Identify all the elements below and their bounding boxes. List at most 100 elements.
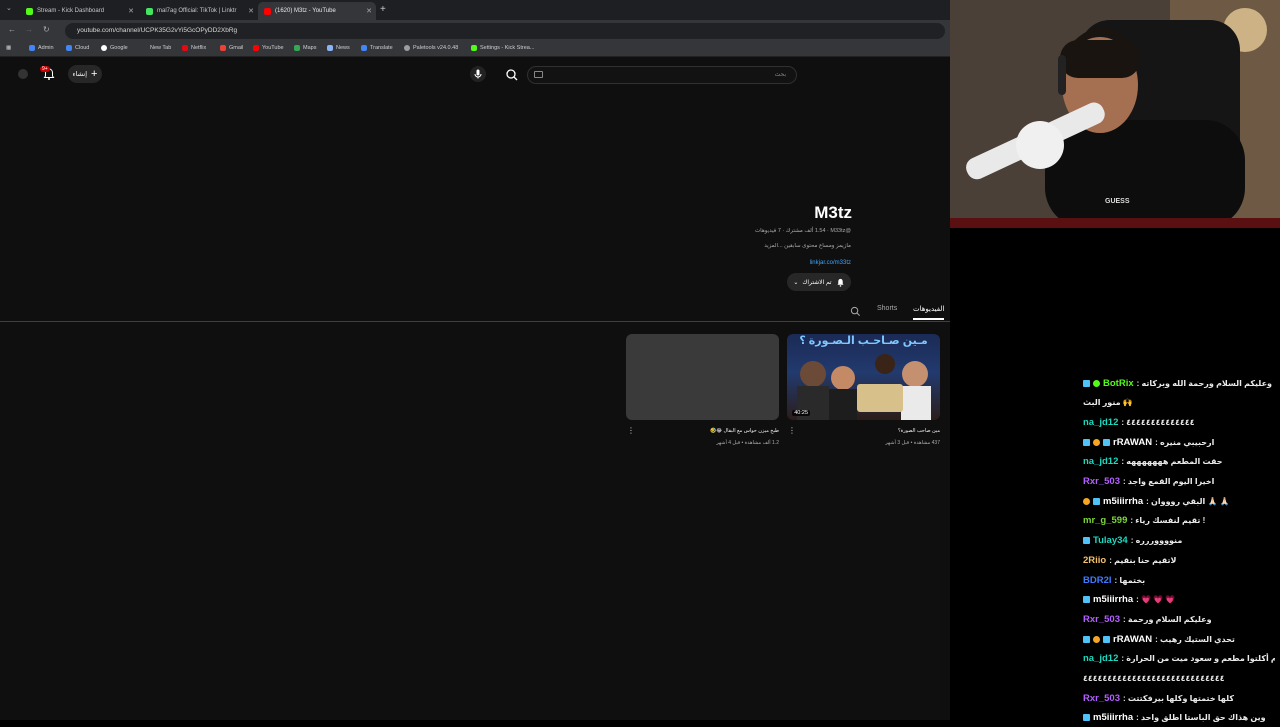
- video-menu-icon[interactable]: ⋮: [627, 426, 635, 435]
- bell-icon: [836, 278, 844, 287]
- chat-username[interactable]: 2Riio: [1083, 555, 1106, 566]
- translate-icon: [361, 45, 367, 51]
- video-duration: 40:25: [792, 410, 810, 416]
- chat-message: ٤٤٤٤٤٤٤٤٤٤٤٤٤٤٤٤٤٤٤٤٤٤٤٤٤٤٤٤٤: [1083, 670, 1275, 688]
- new-tab-button[interactable]: +: [380, 4, 386, 15]
- chat-message: rRAWAN: ارحبيبي منيره: [1083, 433, 1275, 451]
- bookmark-label: Admin: [38, 45, 54, 51]
- gmail-icon: [220, 45, 226, 51]
- forward-icon[interactable]: →: [25, 25, 33, 34]
- chat-username[interactable]: BDR2I: [1083, 575, 1112, 586]
- chat-username[interactable]: Rxr_503: [1083, 693, 1120, 704]
- bookmark-maps[interactable]: Maps: [294, 45, 316, 51]
- bookmark-cloud[interactable]: Cloud: [66, 45, 89, 51]
- google-icon: [101, 45, 107, 51]
- tab-label: Stream - Kick Dashboard: [37, 8, 105, 14]
- bookmark-youtube[interactable]: YouTube: [253, 45, 284, 51]
- bookmarks-bar: ▦ Admin Cloud Google New Tab Netflix Gma…: [0, 42, 950, 57]
- close-tab-icon[interactable]: ✕: [366, 7, 372, 15]
- notification-count-badge: 9+: [40, 66, 50, 72]
- microphone-icon: [474, 69, 482, 79]
- create-button[interactable]: إنشاء +: [68, 65, 102, 83]
- voice-search-button[interactable]: [470, 66, 486, 82]
- keyboard-icon[interactable]: [534, 71, 543, 78]
- channel-link[interactable]: linkjar.co/m33tz: [810, 260, 851, 266]
- chat-username[interactable]: Tulay34: [1093, 535, 1128, 546]
- search-button[interactable]: [500, 66, 524, 84]
- chat-message-text: : لاتقيم حنا بنقيم: [1109, 555, 1177, 565]
- close-tab-icon[interactable]: ✕: [248, 7, 254, 15]
- bookmark-new-tab[interactable]: New Tab: [150, 45, 171, 51]
- back-icon[interactable]: ←: [8, 25, 16, 34]
- tab-videos[interactable]: الفيديوهات: [913, 305, 945, 320]
- chat-message: na_jd12: حقت المطعم هههههههه: [1083, 453, 1275, 471]
- bookmark-label: Settings - Kick Strea...: [480, 45, 535, 51]
- video-menu-icon[interactable]: ⋮: [788, 426, 796, 435]
- bookmark-label: Google: [110, 45, 128, 51]
- bookmark-label: News: [336, 45, 350, 51]
- maps-icon: [294, 45, 300, 51]
- youtube-icon: [264, 7, 271, 15]
- browser-tab-linktree[interactable]: mal7ag Official: TikTok | Linktr ✕: [140, 2, 258, 20]
- tab-shorts[interactable]: Shorts: [877, 305, 897, 312]
- reload-icon[interactable]: ↻: [43, 25, 50, 34]
- bookmark-kick-settings[interactable]: Settings - Kick Strea...: [471, 45, 534, 51]
- account-avatar[interactable]: [18, 69, 28, 79]
- bookmark-translate[interactable]: Translate: [361, 45, 393, 51]
- chat-message: na_jd12: يوم أكلتوا مطعم و سعود ميت من ا…: [1083, 650, 1275, 668]
- chat-username[interactable]: Rxr_503: [1083, 614, 1120, 625]
- bookmark-admin[interactable]: Admin: [29, 45, 54, 51]
- chat-username[interactable]: m5iiirrha: [1093, 594, 1133, 605]
- video-thumbnail-2[interactable]: [626, 334, 779, 420]
- bookmark-netflix[interactable]: Netflix: [182, 45, 206, 51]
- chat-message: na_jd12: ٤٤٤٤٤٤٤٤٤٤٤٤٤٤: [1083, 413, 1275, 431]
- chat-badge-icon: [1083, 537, 1090, 545]
- bookmark-gmail[interactable]: Gmail: [220, 45, 243, 51]
- channel-description[interactable]: مازيمز ومساع محتوى سابقين ...المزيد: [764, 243, 851, 249]
- chat-username[interactable]: m5iiirrha: [1103, 496, 1143, 507]
- bookmark-label: Translate: [370, 45, 393, 51]
- chat-username[interactable]: m5iiirrha: [1093, 712, 1133, 723]
- netflix-icon: [182, 45, 188, 51]
- chat-message-text: : بختمها: [1114, 575, 1146, 585]
- browser-tab-youtube[interactable]: (1620) M3tz - YouTube ✕: [258, 2, 376, 20]
- chat-badge-icon: [1093, 635, 1100, 643]
- address-bar-row: ← → ↻ youtube.com/channel/UCPK35G2vYi5Gc…: [0, 20, 950, 42]
- tab-list-icon[interactable]: ⌄: [6, 4, 12, 12]
- shirt-logo: GUESS: [1105, 198, 1130, 205]
- channel-tabs: Shorts الفيديوهات: [0, 301, 950, 322]
- chat-username[interactable]: BotRix: [1103, 378, 1134, 389]
- chat-username[interactable]: mr_g_599: [1083, 515, 1127, 526]
- chat-username[interactable]: na_jd12: [1083, 417, 1118, 428]
- bookmark-google[interactable]: Google: [101, 45, 128, 51]
- chat-message-text: : ارحبيبي منيره: [1155, 437, 1215, 447]
- chat-username[interactable]: na_jd12: [1083, 456, 1118, 467]
- search-input[interactable]: بحث: [527, 66, 797, 84]
- video-thumbnail-1[interactable]: مـين صـاحـب الـصـورة ؟ 40:25: [787, 334, 940, 420]
- video-title-1[interactable]: مين صاحب الصورة؟: [898, 428, 940, 434]
- chat-username[interactable]: Rxr_503: [1083, 476, 1120, 487]
- chat-message: m5iiirrha: وين هذاك حق الباستا اطلق واحد: [1083, 709, 1275, 727]
- bookmark-paletools[interactable]: Paletools v24.0.48: [404, 45, 458, 51]
- chat-message: m5iiirrha: البقي روووان 🙏🏻 🙏🏻: [1083, 492, 1275, 510]
- webcam-image: [950, 0, 1280, 228]
- subscribed-button[interactable]: ⌄ تم الاشتراك: [787, 273, 851, 291]
- channel-name: M3tz: [814, 203, 852, 222]
- news-icon: [327, 45, 333, 51]
- bookmark-news[interactable]: News: [327, 45, 350, 51]
- channel-search-icon[interactable]: [850, 306, 861, 317]
- video-title-2[interactable]: طبخ ميزن حواس مع البقال 😂🤣: [710, 428, 779, 434]
- browser-tab-kick-dashboard[interactable]: Stream - Kick Dashboard ✕: [20, 2, 138, 20]
- chat-message-text: : حقت المطعم هههههههه: [1121, 457, 1223, 467]
- streamer-webcam: GUESS: [950, 0, 1280, 228]
- apps-icon[interactable]: ▦: [6, 45, 11, 51]
- chat-username[interactable]: na_jd12: [1083, 653, 1118, 664]
- chat-username[interactable]: rRAWAN: [1113, 437, 1152, 448]
- chat-message-text: : تقيم لنفسك رياء !: [1130, 516, 1206, 526]
- url-input[interactable]: youtube.com/channel/UCPK35G2vYi5GcOPyDD2…: [65, 23, 945, 39]
- chat-message-text: منور البث 🙌: [1083, 398, 1133, 408]
- chat-badge-icon: [1083, 379, 1090, 387]
- close-tab-icon[interactable]: ✕: [128, 7, 134, 15]
- chat-username[interactable]: rRAWAN: [1113, 634, 1152, 645]
- video-meta-2: 1.2 ألف مشاهدة • قبل 4 أشهر: [716, 440, 779, 446]
